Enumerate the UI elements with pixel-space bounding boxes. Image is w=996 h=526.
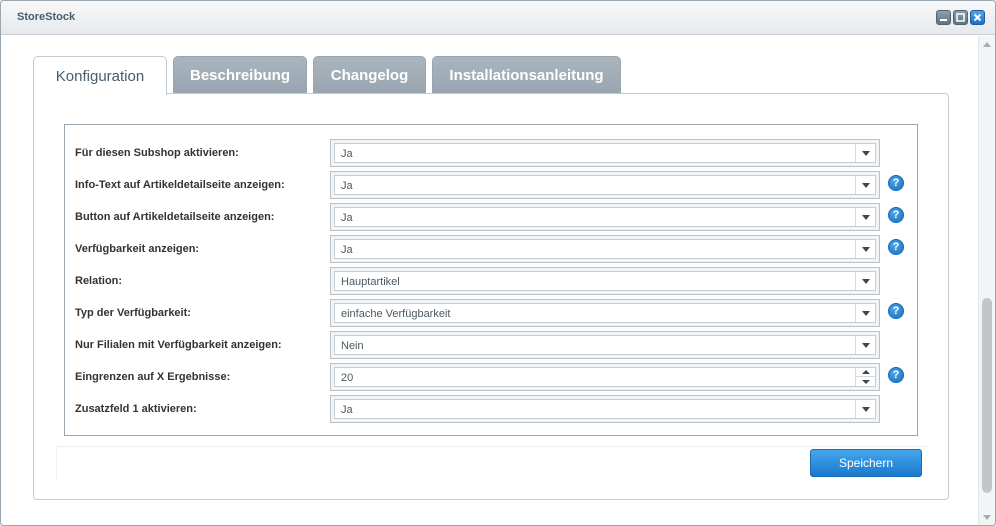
form-row-limit-results: Eingrenzen auf X Ergebnisse: 20 ? (65, 361, 917, 393)
vertical-scrollbar[interactable] (978, 36, 995, 525)
window-controls (936, 10, 985, 25)
scrollbar-thumb[interactable] (982, 298, 992, 493)
form-row-availability: Verfügbarkeit anzeigen: Ja ? (65, 233, 917, 265)
select-value: Ja (341, 148, 353, 160)
button-select[interactable]: Ja (330, 203, 880, 231)
form-row-extra-field: Zusatzfeld 1 aktivieren: Ja (65, 393, 917, 425)
select-value: Ja (341, 180, 353, 192)
window-title: StoreStock (17, 11, 76, 23)
extra-field-select[interactable]: Ja (330, 395, 880, 423)
select-value: Ja (341, 404, 353, 416)
field-label: Für diesen Subshop aktivieren: (75, 147, 239, 159)
dropdown-arrow-icon[interactable] (855, 144, 875, 162)
close-icon[interactable] (970, 10, 985, 25)
help-icon[interactable]: ? (888, 303, 904, 319)
select-value: Ja (341, 212, 353, 224)
tab-beschreibung[interactable]: Beschreibung (173, 56, 307, 94)
tab-bar: Konfiguration Beschreibung Changelog Ins… (33, 56, 621, 95)
dropdown-arrow-icon[interactable] (855, 208, 875, 226)
field-label: Eingrenzen auf X Ergebnisse: (75, 371, 231, 383)
availability-select[interactable]: Ja (330, 235, 880, 263)
select-value: Hauptartikel (341, 276, 400, 288)
field-label: Nur Filialen mit Verfügbarkeit anzeigen: (75, 339, 282, 351)
config-form: Für diesen Subshop aktivieren: Ja Info-T… (64, 124, 918, 436)
dropdown-arrow-icon[interactable] (855, 272, 875, 290)
title-bar[interactable]: StoreStock (1, 1, 995, 35)
dropdown-arrow-icon[interactable] (855, 336, 875, 354)
form-row-relation: Relation: Hauptartikel (65, 265, 917, 297)
spin-down-icon[interactable] (856, 377, 875, 386)
select-value: Nein (341, 340, 364, 352)
tab-panel: Für diesen Subshop aktivieren: Ja Info-T… (33, 93, 949, 500)
field-label: Verfügbarkeit anzeigen: (75, 243, 200, 255)
dropdown-arrow-icon[interactable] (855, 176, 875, 194)
help-icon[interactable]: ? (888, 367, 904, 383)
tab-installationsanleitung[interactable]: Installationsanleitung (432, 56, 621, 94)
save-button[interactable]: Speichern (810, 449, 922, 477)
field-label: Relation: (75, 275, 123, 287)
footer-divider (56, 446, 928, 447)
select-value: einfache Verfügbarkeit (341, 308, 451, 320)
tab-changelog[interactable]: Changelog (313, 56, 426, 94)
scroll-down-icon[interactable] (983, 515, 991, 520)
field-label: Button auf Artikeldetailseite anzeigen: (75, 211, 275, 223)
minimize-icon[interactable] (936, 10, 951, 25)
dropdown-arrow-icon[interactable] (855, 304, 875, 322)
subshop-select[interactable]: Ja (330, 139, 880, 167)
form-row-subshop: Für diesen Subshop aktivieren: Ja (65, 137, 917, 169)
form-row-button: Button auf Artikeldetailseite anzeigen: … (65, 201, 917, 233)
number-value: 20 (341, 372, 354, 384)
maximize-icon[interactable] (953, 10, 968, 25)
scroll-up-icon[interactable] (983, 42, 991, 47)
dropdown-arrow-icon[interactable] (855, 240, 875, 258)
field-label: Zusatzfeld 1 aktivieren: (75, 403, 197, 415)
relation-select[interactable]: Hauptartikel (330, 267, 880, 295)
field-label: Info-Text auf Artikeldetailseite anzeige… (75, 179, 285, 191)
number-spinner (855, 368, 875, 386)
storestock-window: StoreStock Konfiguration Beschreibung Ch… (0, 0, 996, 526)
form-row-availability-type: Typ der Verfügbarkeit: einfache Verfügba… (65, 297, 917, 329)
help-icon[interactable]: ? (888, 175, 904, 191)
availability-type-select[interactable]: einfache Verfügbarkeit (330, 299, 880, 327)
form-row-info-text: Info-Text auf Artikeldetailseite anzeige… (65, 169, 917, 201)
field-label: Typ der Verfügbarkeit: (75, 307, 191, 319)
spin-up-icon[interactable] (856, 368, 875, 377)
branches-only-select[interactable]: Nein (330, 331, 880, 359)
dropdown-arrow-icon[interactable] (855, 400, 875, 418)
select-value: Ja (341, 244, 353, 256)
help-icon[interactable]: ? (888, 207, 904, 223)
info-text-select[interactable]: Ja (330, 171, 880, 199)
window-content: Konfiguration Beschreibung Changelog Ins… (1, 36, 979, 525)
tab-konfiguration[interactable]: Konfiguration (33, 56, 167, 95)
form-row-branches-only: Nur Filialen mit Verfügbarkeit anzeigen:… (65, 329, 917, 361)
footer-divider-left (56, 446, 57, 480)
limit-results-number-field[interactable]: 20 (330, 363, 880, 391)
help-icon[interactable]: ? (888, 239, 904, 255)
